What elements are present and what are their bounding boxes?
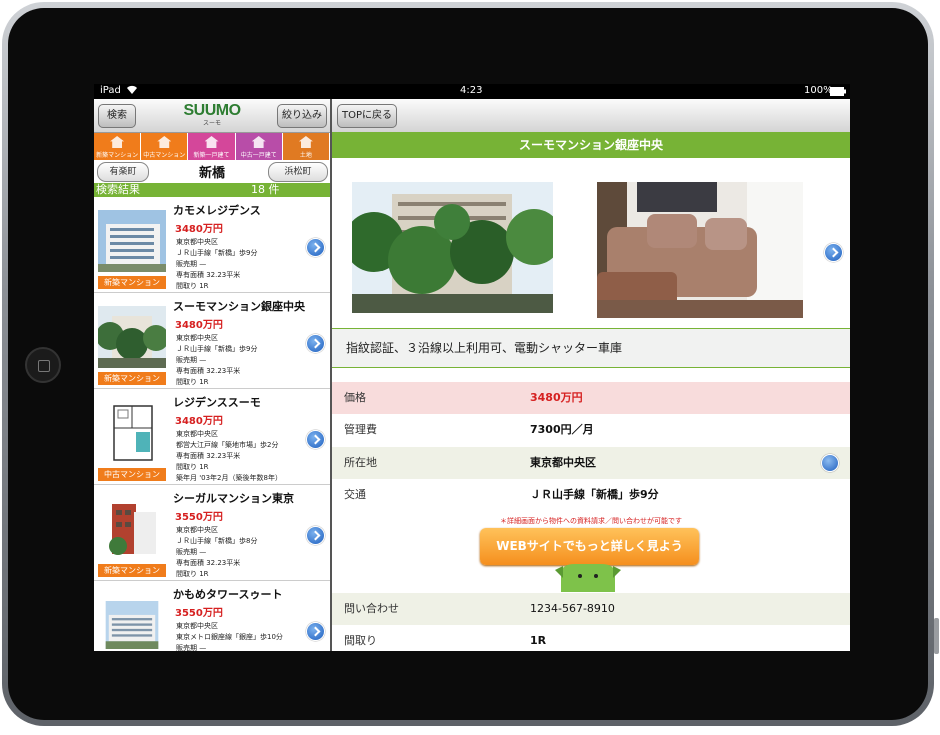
tab-new-house[interactable]: 新築一戸建て <box>188 133 236 160</box>
list-item[interactable]: 新築マンション シーガルマンション東京 3550万円 東京都中央区 ＪＲ山手線「… <box>94 485 330 581</box>
mascot-icon <box>555 564 621 592</box>
logo-text: SUUMO <box>183 102 241 119</box>
exterior-photo[interactable] <box>352 182 553 313</box>
clock: 4:23 <box>460 85 483 96</box>
results-header: 検索結果 18 件 <box>94 183 330 197</box>
building-icon <box>157 136 172 148</box>
battery-icon <box>830 87 846 99</box>
house-icon <box>251 136 266 148</box>
volume-button[interactable] <box>934 618 939 654</box>
list-item[interactable]: 新築マンション スーモマンション銀座中央 3480万円 東京都中央区 ＪＲ山手線… <box>94 293 330 389</box>
logo-subtext: スーモ <box>202 120 221 127</box>
station-navigator: 有楽町 新橋 浜松町 <box>94 160 330 184</box>
suumo-logo: SUUMO スーモ <box>176 102 248 128</box>
property-details: 東京都中央区 東京メトロ銀座線「銀座」歩10分 販売期 — <box>176 622 283 651</box>
chevron-right-icon[interactable] <box>306 238 325 257</box>
property-photo <box>98 306 166 368</box>
wifi-icon <box>126 84 138 98</box>
list-item[interactable]: 中古マンション レジデンススーモ 3480万円 東京都中央区 都営大江戸線「築地… <box>94 389 330 485</box>
back-to-top-button[interactable]: TOPに戻る <box>337 104 397 128</box>
property-type-badge: 新築マンション <box>98 372 166 385</box>
detail-row-contact: 問い合わせ 1234-567-8910 <box>332 593 850 625</box>
property-name: スーモマンション銀座中央 <box>173 300 305 313</box>
property-photo <box>105 601 159 649</box>
property-price: 3550万円 <box>175 512 223 523</box>
results-toolbar: 検索 SUUMO スーモ 絞り込み <box>94 99 330 133</box>
status-bar: iPad 4:23 100% <box>94 84 850 99</box>
detail-panel: TOPに戻る スーモマンション銀座中央 指紋認証、３沿線以上利用可、電動シャッタ… <box>332 99 850 651</box>
prev-station-button[interactable]: 有楽町 <box>97 162 149 182</box>
filter-button[interactable]: 絞り込み <box>277 104 327 128</box>
search-button[interactable]: 検索 <box>98 104 136 128</box>
tab-used-house[interactable]: 中古一戸建て <box>235 133 283 160</box>
property-photo <box>98 210 166 272</box>
house-icon <box>204 136 219 148</box>
current-station: 新橋 <box>198 166 225 181</box>
next-station-button[interactable]: 浜松町 <box>268 162 328 182</box>
land-icon <box>298 136 313 148</box>
chevron-right-icon[interactable] <box>306 622 325 641</box>
battery-percent: 100% <box>804 85 833 96</box>
category-tabs: 新築マンション 中古マンション 新築一戸建て 中古一戸建て 土地 <box>94 133 330 160</box>
chevron-right-icon[interactable] <box>306 430 325 449</box>
map-location-icon[interactable] <box>821 454 839 472</box>
device-label: iPad <box>100 85 121 96</box>
property-type-badge: 新築マンション <box>98 564 166 577</box>
next-photo-chevron-icon[interactable] <box>824 243 843 262</box>
tab-land[interactable]: 土地 <box>282 133 330 160</box>
floor-plan-image <box>98 402 166 464</box>
chevron-right-icon[interactable] <box>306 526 325 545</box>
detail-toolbar: TOPに戻る <box>332 99 850 133</box>
detail-row-layout: 間取り 1R <box>332 625 850 651</box>
results-count: 18 件 <box>251 183 280 196</box>
property-price: 3480万円 <box>175 224 223 235</box>
screen: iPad 4:23 100% 検索 SUUMO スーモ 絞り込み 新築マンション… <box>94 84 850 651</box>
property-price: 3480万円 <box>175 416 223 427</box>
chevron-right-icon[interactable] <box>306 334 325 353</box>
property-price: 3550万円 <box>175 608 223 619</box>
tab-new-mansion[interactable]: 新築マンション <box>94 133 142 160</box>
detail-row-address: 所在地 東京都中央区 <box>332 447 850 479</box>
detail-row-fee: 管理費 7300円／月 <box>332 414 850 446</box>
property-details: 東京都中央区 ＪＲ山手線「新橋」歩9分 販売期 — 専有面積 32.23平米 間… <box>176 334 258 386</box>
list-item[interactable]: かもめタワースゥート 3550万円 東京都中央区 東京メトロ銀座線「銀座」歩10… <box>94 581 330 651</box>
results-label: 検索結果 <box>96 183 140 196</box>
property-price: 3480万円 <box>175 320 223 331</box>
property-details: 東京都中央区 都営大江戸線「築地市場」歩2分 専有面積 32.23平米 間取り … <box>176 430 282 482</box>
list-item[interactable]: 新築マンション カモメレジデンス 3480万円 東京都中央区 ＪＲ山手線「新橋」… <box>94 197 330 293</box>
web-site-button[interactable]: WEBサイトでもっと詳しく見よう <box>480 528 699 565</box>
tab-used-mansion[interactable]: 中古マンション <box>141 133 189 160</box>
interior-photo[interactable] <box>597 182 803 318</box>
property-photo <box>98 498 166 560</box>
property-details: 東京都中央区 ＪＲ山手線「新橋」歩8分 販売期 — 専有面積 32.23平米 間… <box>176 526 258 578</box>
inquiry-notice: ＊詳細画面から物件への資料請求／問い合わせが可能です <box>500 517 682 525</box>
property-features: 指紋認証、３沿線以上利用可、電動シャッター車庫 <box>332 328 850 368</box>
property-type-badge: 新築マンション <box>98 276 166 289</box>
home-button[interactable] <box>25 347 61 383</box>
property-name: レジデンススーモ <box>173 396 261 409</box>
property-type-badge: 中古マンション <box>98 468 166 481</box>
property-name: かもめタワースゥート <box>173 588 283 601</box>
results-panel: 検索 SUUMO スーモ 絞り込み 新築マンション 中古マンション 新築一戸建て… <box>94 99 332 651</box>
detail-row-price: 価格 3480万円 <box>332 382 850 414</box>
property-details: 東京都中央区 ＪＲ山手線「新橋」歩9分 販売期 — 専有面積 32.23平米 間… <box>176 238 258 290</box>
building-icon <box>110 136 125 148</box>
property-name: カモメレジデンス <box>173 204 261 217</box>
property-title: スーモマンション銀座中央 <box>332 132 850 158</box>
detail-row-access: 交通 ＪＲ山手線「新橋」歩9分 <box>332 479 850 511</box>
property-name: シーガルマンション東京 <box>173 492 294 505</box>
